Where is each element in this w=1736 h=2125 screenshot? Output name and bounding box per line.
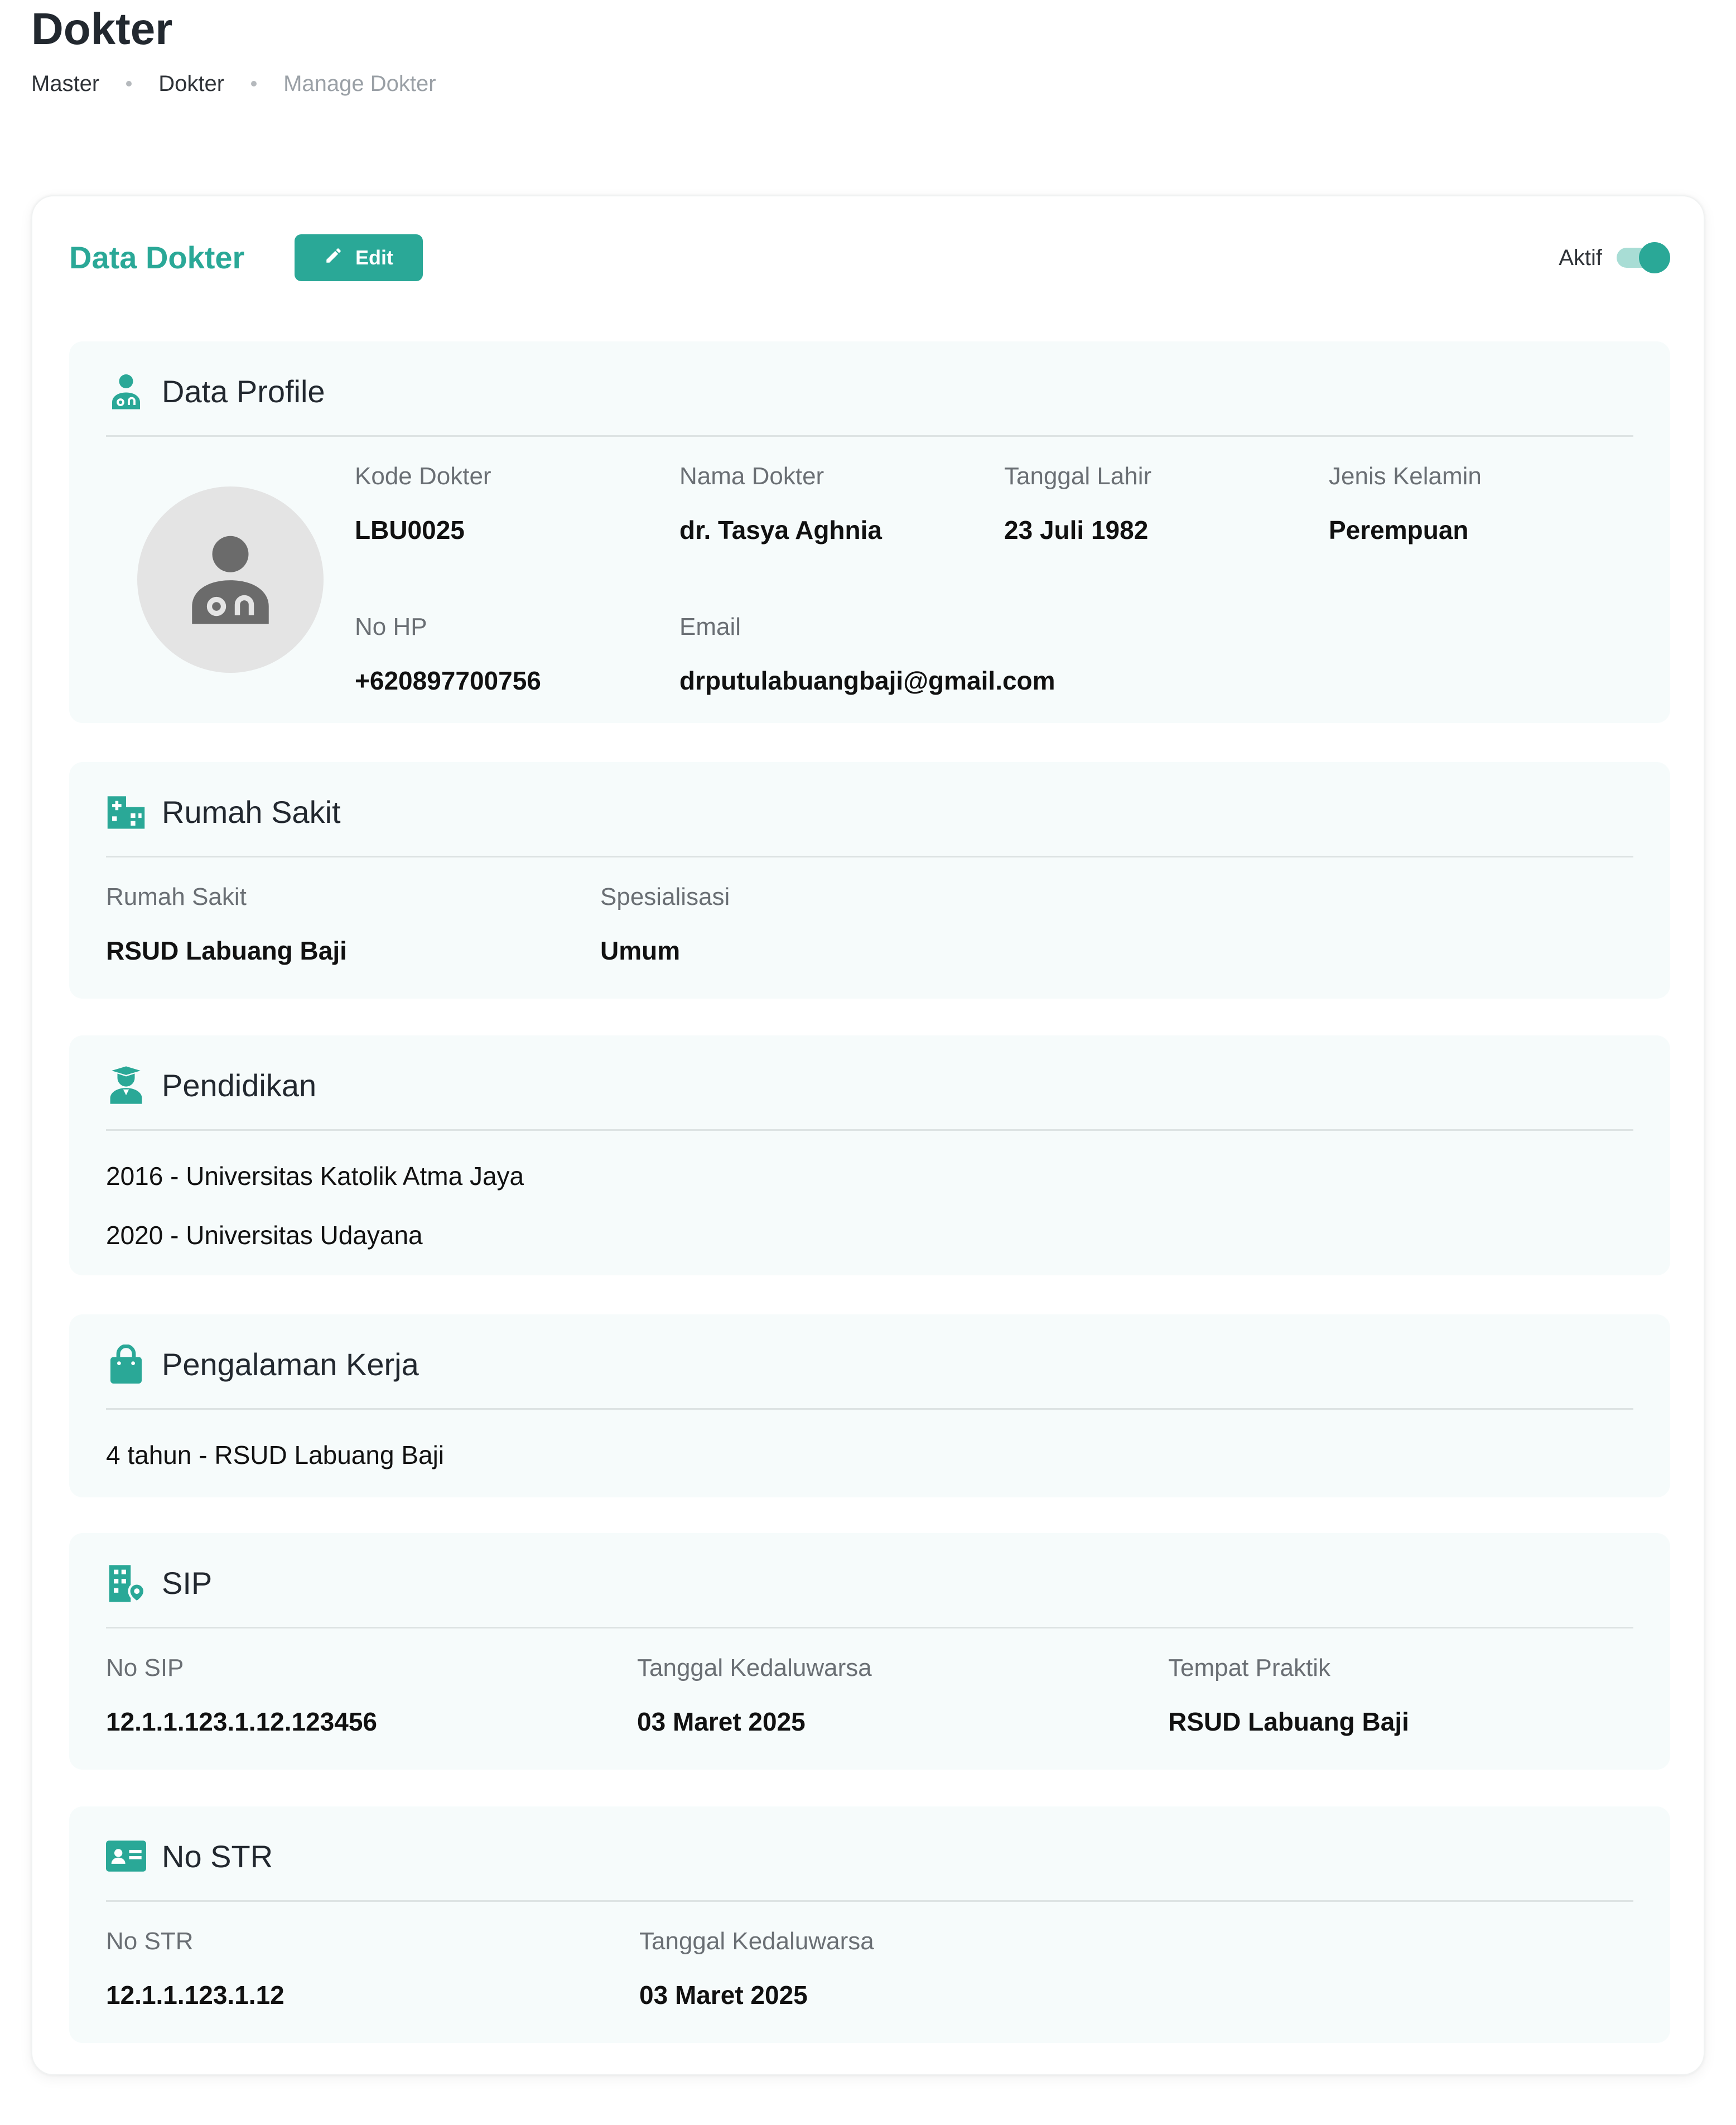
breadcrumb-dokter[interactable]: Dokter [158, 71, 224, 97]
field-value: drputulabuangbaji@gmail.com [679, 666, 1055, 695]
id-card-icon [106, 1836, 146, 1876]
edit-button[interactable]: Edit [295, 234, 423, 281]
doctor-icon [106, 371, 146, 411]
breadcrumb: Master Dokter Manage Dokter [31, 67, 436, 100]
field-label: Spesialisasi [600, 883, 730, 910]
field-value: Umum [600, 936, 681, 965]
field-no-str: No STR 12.1.1.123.1.12 [106, 1925, 284, 2012]
breadcrumb-master[interactable]: Master [31, 71, 99, 97]
field-value: 23 Juli 1982 [1004, 515, 1149, 544]
field-value: Perempuan [1329, 515, 1469, 544]
section-data-profile: Data Profile Kode Dokter LBU0025 Nama Do… [69, 341, 1670, 723]
active-toggle[interactable] [1617, 242, 1670, 273]
field-value: LBU0025 [355, 515, 465, 544]
page-title: Dokter [31, 4, 173, 54]
field-no-sip: No SIP 12.1.1.123.1.12.123456 [106, 1651, 377, 1738]
field-value: RSUD Labuang Baji [1168, 1707, 1409, 1736]
field-no-hp: No HP +620897700756 [355, 610, 541, 697]
section-title: Rumah Sakit [162, 794, 341, 830]
field-label: Tempat Praktik [1168, 1654, 1330, 1681]
education-item: 2020 - Universitas Udayana [106, 1221, 423, 1250]
briefcase-icon [106, 1344, 146, 1384]
divider [106, 435, 1633, 437]
doctor-avatar [137, 486, 324, 673]
graduate-icon [106, 1065, 146, 1105]
field-value: RSUD Labuang Baji [106, 936, 347, 965]
field-label: No SIP [106, 1654, 184, 1681]
breadcrumb-separator [126, 81, 132, 86]
field-jenis-kelamin: Jenis Kelamin Perempuan [1329, 460, 1482, 547]
doctor-data-card: Data Dokter Edit Aktif Data Profile Kode [31, 195, 1705, 2075]
section-title: SIP [162, 1565, 213, 1601]
section-pendidikan: Pendidikan 2016 - Universitas Katolik At… [69, 1035, 1670, 1275]
doctor-avatar-icon [189, 531, 272, 629]
section-pengalaman-kerja: Pengalaman Kerja 4 tahun - RSUD Labuang … [69, 1314, 1670, 1497]
hospital-icon [106, 792, 146, 832]
field-tanggal-lahir: Tanggal Lahir 23 Juli 1982 [1004, 460, 1151, 547]
field-label: Rumah Sakit [106, 883, 247, 910]
field-tanggal-kedaluwarsa: Tanggal Kedaluwarsa 03 Maret 2025 [637, 1651, 872, 1738]
field-value: 12.1.1.123.1.12.123456 [106, 1707, 378, 1736]
field-label: Tanggal Kedaluwarsa [637, 1654, 872, 1681]
section-rumah-sakit: Rumah Sakit Rumah Sakit RSUD Labuang Baj… [69, 762, 1670, 999]
section-header: Pengalaman Kerja [106, 1339, 419, 1389]
section-title: Data Profile [162, 373, 325, 409]
field-rumah-sakit: Rumah Sakit RSUD Labuang Baji [106, 880, 347, 967]
toggle-knob [1639, 242, 1670, 273]
status-toggle-group: Aktif [1559, 241, 1670, 274]
section-title: Pendidikan [162, 1067, 317, 1103]
field-label: Tanggal Lahir [1004, 462, 1152, 490]
field-value: 03 Maret 2025 [637, 1707, 806, 1736]
section-header: Data Profile [106, 366, 325, 416]
field-label: Email [679, 613, 741, 640]
section-header: Rumah Sakit [106, 787, 341, 837]
section-sip: SIP No SIP 12.1.1.123.1.12.123456 Tangga… [69, 1533, 1670, 1770]
experience-item: 4 tahun - RSUD Labuang Baji [106, 1440, 445, 1469]
field-value: 03 Maret 2025 [639, 1981, 808, 2010]
section-header: No STR [106, 1831, 273, 1881]
pencil-icon [324, 246, 343, 270]
divider [106, 1129, 1633, 1131]
section-title: No STR [162, 1838, 273, 1874]
field-value: dr. Tasya Aghnia [679, 515, 882, 544]
divider [106, 1408, 1633, 1410]
field-value: +620897700756 [355, 666, 541, 695]
breadcrumb-separator [251, 81, 257, 86]
section-no-str: No STR No STR 12.1.1.123.1.12 Tanggal Ke… [69, 1806, 1670, 2043]
card-title: Data Dokter [69, 240, 245, 275]
education-item: 2016 - Universitas Katolik Atma Jaya [106, 1162, 524, 1191]
breadcrumb-current: Manage Dokter [283, 71, 436, 96]
field-value: 12.1.1.123.1.12 [106, 1981, 284, 2010]
field-label: Kode Dokter [355, 462, 491, 490]
field-tempat-praktik: Tempat Praktik RSUD Labuang Baji [1168, 1651, 1409, 1738]
divider [106, 856, 1633, 857]
field-label: Jenis Kelamin [1329, 462, 1482, 490]
field-nama-dokter: Nama Dokter dr. Tasya Aghnia [679, 460, 882, 547]
field-spesialisasi: Spesialisasi Umum [600, 880, 730, 967]
field-label: Tanggal Kedaluwarsa [639, 1928, 874, 1955]
status-label: Aktif [1559, 245, 1602, 270]
field-email: Email drputulabuangbaji@gmail.com [679, 610, 1055, 697]
divider [106, 1627, 1633, 1628]
section-header: Pendidikan [106, 1060, 316, 1110]
field-label: Nama Dokter [679, 462, 824, 490]
field-kode-dokter: Kode Dokter LBU0025 [355, 460, 491, 547]
edit-label: Edit [355, 246, 393, 269]
section-title: Pengalaman Kerja [162, 1346, 419, 1382]
field-label: No HP [355, 613, 427, 640]
divider [106, 1900, 1633, 1902]
building-location-icon [106, 1563, 146, 1603]
field-label: No STR [106, 1928, 194, 1955]
field-tanggal-kedaluwarsa: Tanggal Kedaluwarsa 03 Maret 2025 [639, 1925, 874, 2012]
section-header: SIP [106, 1558, 212, 1608]
